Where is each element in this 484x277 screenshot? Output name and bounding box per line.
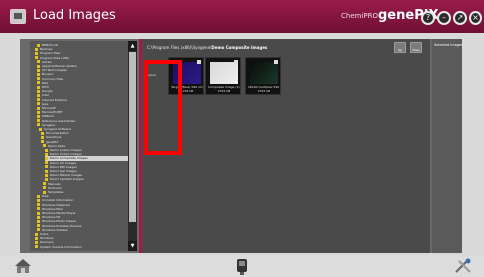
select-checkbox[interactable] bbox=[234, 60, 238, 64]
title-bar: Load Images ChemiPRO genePIX ? – ↗ × bbox=[0, 0, 484, 33]
image-thumbnail[interactable]: 16160 multiplex 590 composite.sgd4315 kB bbox=[245, 57, 281, 95]
help-button[interactable]: ? bbox=[421, 11, 435, 25]
folder-icon bbox=[37, 77, 40, 81]
main-panel: BENCH Lib Backups Program Files Program Fil… bbox=[20, 39, 464, 253]
folder-icon bbox=[35, 47, 38, 51]
view-label: View bbox=[412, 48, 420, 52]
image-browser: C:\Program Files (x86)\Syngene\Demo Comp… bbox=[142, 39, 430, 253]
folder-icon bbox=[37, 64, 40, 68]
folder-icon bbox=[37, 119, 40, 123]
folder-icon bbox=[37, 203, 40, 207]
thumbnail-size: 4315 kB bbox=[257, 89, 271, 93]
bottom-bar bbox=[0, 255, 484, 277]
tools-icon[interactable] bbox=[453, 258, 473, 274]
up-folder-button[interactable]: Up bbox=[394, 42, 406, 53]
folder-icon bbox=[41, 140, 44, 144]
folder-icon bbox=[37, 194, 40, 198]
select-checkbox[interactable] bbox=[197, 60, 201, 64]
folder-icon bbox=[43, 186, 46, 190]
folder-icon bbox=[45, 177, 48, 181]
folder-icon bbox=[45, 165, 48, 169]
folder-icon bbox=[37, 89, 40, 93]
folder-icon bbox=[45, 148, 48, 152]
folder-icon bbox=[37, 81, 40, 85]
scroll-thumb[interactable] bbox=[129, 52, 136, 222]
folder-icon bbox=[37, 102, 40, 106]
minimize-button[interactable]: – bbox=[437, 11, 451, 25]
folder-icon bbox=[37, 106, 40, 110]
select-checkbox[interactable] bbox=[274, 60, 278, 64]
maximize-button[interactable]: ↗ bbox=[453, 11, 467, 25]
folder-icon bbox=[45, 156, 48, 160]
scroll-up-icon[interactable]: ▲ bbox=[128, 41, 137, 51]
thumbnail-size: 4315 kB bbox=[217, 89, 231, 93]
highlight-box bbox=[144, 60, 182, 155]
folder-icon bbox=[37, 114, 40, 118]
thumbnail-image bbox=[210, 62, 238, 84]
folder-icon bbox=[37, 85, 40, 89]
app-window: { "window": { "title": "Load Images", "b… bbox=[0, 0, 484, 277]
folder-icon bbox=[43, 190, 46, 194]
folder-icon bbox=[45, 173, 48, 177]
folder-icon bbox=[37, 228, 40, 232]
folder-icon bbox=[37, 198, 40, 202]
folder-icon bbox=[35, 56, 38, 60]
folder-icon bbox=[41, 131, 44, 135]
app-icon bbox=[10, 9, 26, 24]
tree-scrollbar[interactable]: ▲ ▼ bbox=[128, 41, 137, 251]
folder-icon bbox=[37, 224, 40, 228]
folder-icon bbox=[35, 236, 38, 240]
folder-tree-item[interactable]: System Volume Information bbox=[35, 245, 128, 250]
folder-icon bbox=[37, 219, 40, 223]
folder-icon bbox=[37, 123, 40, 127]
folder-icon bbox=[37, 207, 40, 211]
selected-images-label: Selected Images bbox=[434, 43, 464, 47]
brand-chemipro: ChemiPRO bbox=[341, 12, 378, 20]
image-thumbnail[interactable]: Composite Image (1).sgd4315 kB bbox=[205, 57, 241, 95]
folder-icon bbox=[43, 144, 46, 148]
folder-icon bbox=[37, 215, 40, 219]
thumbnail-image bbox=[250, 62, 278, 84]
folder-icon bbox=[45, 161, 48, 165]
window-title: Load Images bbox=[33, 8, 116, 23]
folder-icon bbox=[39, 127, 42, 131]
folder-icon bbox=[43, 182, 46, 186]
folder-icon bbox=[37, 98, 40, 102]
folder-icon bbox=[37, 68, 40, 72]
folder-icon bbox=[37, 110, 40, 114]
close-button[interactable]: × bbox=[469, 11, 482, 25]
folder-tree-label: System Volume Information bbox=[40, 244, 82, 249]
folder-icon bbox=[45, 152, 48, 156]
folder-icon bbox=[35, 51, 38, 55]
folder-icon bbox=[35, 245, 38, 249]
folder-icon bbox=[37, 93, 40, 97]
folder-icon bbox=[41, 135, 44, 139]
folder-icon bbox=[37, 43, 40, 47]
folder-tree[interactable]: BENCH Lib Backups Program Files Program Fil… bbox=[30, 41, 128, 251]
up-folder-label: Up bbox=[397, 48, 403, 52]
view-button[interactable]: View bbox=[410, 42, 422, 53]
device-icon[interactable] bbox=[235, 258, 249, 275]
folder-icon bbox=[37, 60, 40, 64]
folder-icon bbox=[35, 232, 38, 236]
folder-icon bbox=[37, 72, 40, 76]
home-icon[interactable] bbox=[14, 258, 32, 274]
path-prefix: C:\Program Files (x86)\Syngene\ bbox=[147, 45, 212, 50]
folder-icon bbox=[45, 169, 48, 173]
folder-icon bbox=[37, 211, 40, 215]
folder-path: C:\Program Files (x86)\Syngene\Demo Comp… bbox=[147, 45, 267, 50]
folder-icon bbox=[35, 240, 38, 244]
scroll-down-icon[interactable]: ▼ bbox=[128, 241, 137, 251]
path-current: Demo Composite Images bbox=[211, 45, 268, 50]
selected-images-panel: Selected Images bbox=[432, 39, 464, 253]
